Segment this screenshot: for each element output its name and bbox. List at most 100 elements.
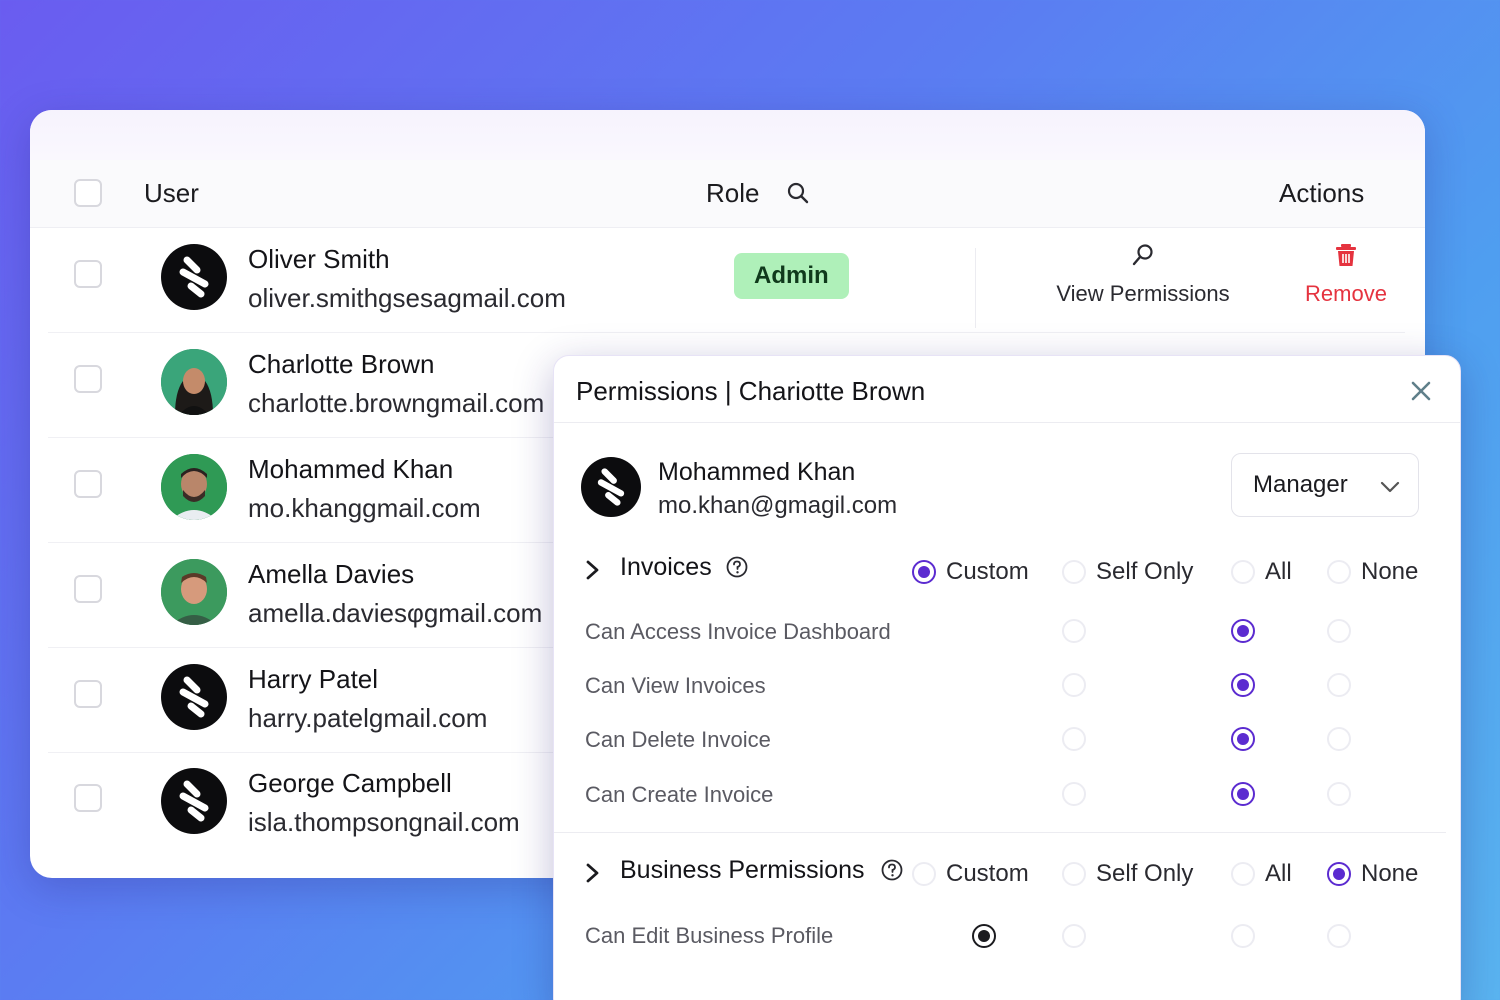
row-checkbox[interactable] xyxy=(74,575,102,603)
user-email: charlotte.browngmail.com xyxy=(248,388,545,418)
modal-user-name: Mohammed Khan xyxy=(658,458,856,486)
avatar xyxy=(581,457,641,517)
select-all-checkbox[interactable] xyxy=(74,179,102,207)
user-name: George Campbell xyxy=(248,768,452,798)
permission-radio-self-only[interactable] xyxy=(1062,924,1086,948)
modal-header-divider xyxy=(554,422,1460,423)
help-icon[interactable] xyxy=(725,555,749,579)
chevron-right-icon xyxy=(586,863,599,883)
invoices-option-self-only[interactable]: Self Only xyxy=(1062,558,1193,586)
permission-radio-all[interactable] xyxy=(1231,782,1255,806)
business-option-none[interactable]: None xyxy=(1327,860,1418,888)
trash-icon xyxy=(1336,244,1356,266)
user-name: Amella Davies xyxy=(248,559,415,589)
user-name: Mohammed Khan xyxy=(248,454,454,484)
radio-button[interactable] xyxy=(912,862,936,886)
column-header-actions: Actions xyxy=(1279,178,1365,208)
magnifier-icon xyxy=(1132,244,1153,266)
permission-radio-all[interactable] xyxy=(1231,924,1255,948)
role-select-value: Manager xyxy=(1253,471,1348,498)
permission-label: Can Edit Business Profile xyxy=(585,923,834,948)
permission-radio-self-only[interactable] xyxy=(1062,619,1086,643)
close-icon[interactable] xyxy=(1406,376,1436,406)
row-checkbox[interactable] xyxy=(74,260,102,288)
permission-radio-none[interactable] xyxy=(1327,619,1351,643)
permission-radio-self-only[interactable] xyxy=(1062,782,1086,806)
chevron-down-icon xyxy=(1380,481,1400,493)
permission-radio-none[interactable] xyxy=(1327,727,1351,751)
person-photo xyxy=(161,454,227,520)
avatar xyxy=(161,664,227,730)
view-permissions-button[interactable]: View Permissions xyxy=(1033,242,1253,307)
row-checkbox[interactable] xyxy=(74,784,102,812)
avatar xyxy=(161,559,227,625)
search-icon[interactable] xyxy=(786,181,810,205)
brand-logo-icon xyxy=(597,468,625,506)
permission-radio-self-only[interactable] xyxy=(1062,727,1086,751)
section-title: Business Permissions xyxy=(620,856,865,884)
brand-logo-icon xyxy=(179,780,209,822)
invoices-option-custom[interactable]: Custom xyxy=(912,558,1029,586)
column-header-role: Role xyxy=(706,178,760,208)
help-icon[interactable] xyxy=(880,858,904,882)
permission-radio-all[interactable] xyxy=(1231,673,1255,697)
business-option-self-only[interactable]: Self Only xyxy=(1062,860,1193,888)
row-checkbox[interactable] xyxy=(74,470,102,498)
permission-label: Can Create Invoice xyxy=(585,782,774,807)
invoices-option-none[interactable]: None xyxy=(1327,558,1418,586)
role-badge-admin: Admin xyxy=(734,253,849,299)
role-select[interactable]: Manager xyxy=(1231,453,1419,517)
business-option-custom[interactable]: Custom xyxy=(912,860,1029,888)
user-email: amella.daviesφgmail.com xyxy=(248,598,543,628)
row-checkbox[interactable] xyxy=(74,365,102,393)
section-invoices-header[interactable]: Invoices xyxy=(582,551,902,591)
option-label: Self Only xyxy=(1096,558,1194,585)
row-checkbox[interactable] xyxy=(74,680,102,708)
remove-label: Remove xyxy=(1305,281,1387,306)
permission-radio-none[interactable] xyxy=(1327,924,1351,948)
avatar xyxy=(161,454,227,520)
invoices-option-all[interactable]: All xyxy=(1231,558,1292,586)
brand-logo-icon xyxy=(179,256,209,298)
business-option-all[interactable]: All xyxy=(1231,860,1292,888)
user-name: Charlotte Brown xyxy=(248,349,435,379)
card-top-band xyxy=(30,110,1425,160)
radio-button[interactable] xyxy=(1327,862,1351,886)
radio-button[interactable] xyxy=(1231,560,1255,584)
radio-button[interactable] xyxy=(1062,560,1086,584)
chevron-right-icon xyxy=(586,560,599,580)
permission-radio-none[interactable] xyxy=(1327,673,1351,697)
avatar xyxy=(161,349,227,415)
option-label: All xyxy=(1265,860,1292,887)
view-permissions-label: View Permissions xyxy=(1056,281,1230,306)
radio-button[interactable] xyxy=(1231,862,1255,886)
table-header: User Role Actions xyxy=(30,160,1425,228)
user-email: harry.patelgmail.com xyxy=(248,703,488,733)
permission-radio-none[interactable] xyxy=(1327,782,1351,806)
radio-button[interactable] xyxy=(1062,862,1086,886)
option-label: Custom xyxy=(946,860,1029,887)
permission-radio-all[interactable] xyxy=(1231,619,1255,643)
radio-button[interactable] xyxy=(1327,560,1351,584)
permissions-modal: Permissions | Chariotte Brown Mohammed K… xyxy=(553,355,1461,1000)
permission-radio-all[interactable] xyxy=(1231,727,1255,751)
section-business-permissions-header[interactable]: Business Permissions xyxy=(582,854,912,894)
user-email: isla.thompsongnail.com xyxy=(248,807,520,837)
user-email: mo.khanggmail.com xyxy=(248,493,481,523)
remove-button[interactable]: Remove xyxy=(1291,242,1401,307)
modal-title: Permissions | Chariotte Brown xyxy=(576,376,926,406)
option-label: All xyxy=(1265,558,1292,585)
permission-label: Can Access Invoice Dashboard xyxy=(585,619,891,644)
table-row: Oliver Smith oliver.smithgsesagmail.com … xyxy=(48,228,1405,333)
person-photo xyxy=(161,349,227,415)
modal-user-email: mo.khan@gmagil.com xyxy=(658,492,898,519)
option-label: Custom xyxy=(946,558,1029,585)
avatar xyxy=(161,768,227,834)
radio-button[interactable] xyxy=(912,560,936,584)
permission-radio-self-only[interactable] xyxy=(1062,673,1086,697)
avatar xyxy=(161,244,227,310)
user-name: Oliver Smith xyxy=(248,244,390,274)
person-photo xyxy=(161,559,227,625)
permission-radio-custom[interactable] xyxy=(972,924,996,948)
actions-divider xyxy=(975,248,976,328)
